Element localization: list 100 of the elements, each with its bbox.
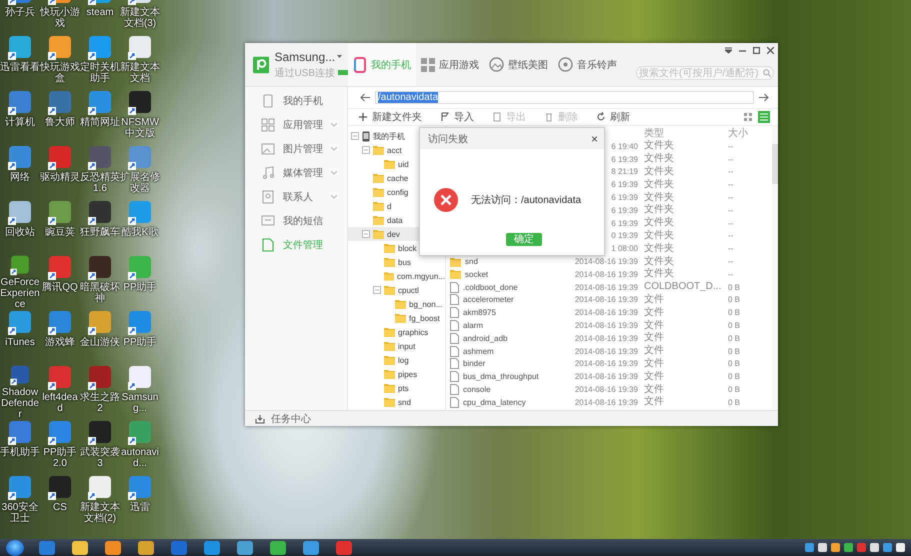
path-field[interactable]: /autonavidata <box>375 91 754 104</box>
sidebar-item[interactable]: 我的手机 <box>245 89 347 113</box>
type-cell-text: 文件夹 <box>644 153 675 166</box>
app-shortcut-icon[interactable] <box>47 365 73 391</box>
folder-icon <box>384 257 395 267</box>
taskbar-app-icon[interactable] <box>334 540 354 554</box>
folder-icon <box>373 229 384 239</box>
expand-toggle[interactable] <box>362 146 370 154</box>
icon-label: 360安全卫士 <box>0 502 40 524</box>
tree-row[interactable]: input <box>348 339 445 353</box>
folder-icon <box>373 187 384 197</box>
app-shortcut-icon[interactable] <box>47 200 73 226</box>
app-shortcut-icon[interactable] <box>47 35 73 61</box>
taskbar-app-icon[interactable] <box>301 540 321 554</box>
tree-row[interactable]: pts <box>348 381 445 395</box>
toolbar-button[interactable]: 导入 <box>440 110 474 124</box>
icon-label: 新建文本文档(2) <box>80 502 120 524</box>
app-shortcut-icon[interactable] <box>47 310 73 336</box>
tree-row[interactable]: pipes <box>348 367 445 381</box>
taskbar-game-icon[interactable] <box>136 540 156 554</box>
app-shortcut-icon[interactable] <box>87 145 113 171</box>
folder-icon <box>384 327 395 337</box>
tree-row[interactable]: bus <box>348 255 445 269</box>
size-cell-text: 0 B <box>728 308 742 318</box>
app-shortcut-icon[interactable] <box>87 35 113 61</box>
app-shortcut-icon[interactable] <box>7 310 33 336</box>
app-shortcut-icon[interactable] <box>87 420 113 446</box>
tree-row[interactable]: graphics <box>348 325 445 339</box>
file-name: socket <box>465 270 488 279</box>
refresh-icon <box>596 112 606 122</box>
grid-view-icon[interactable] <box>742 111 754 123</box>
icon-label: 手机助手 <box>0 447 40 458</box>
date-cell-text: 6 19:39 <box>610 218 638 228</box>
size-cell-text: -- <box>728 257 734 266</box>
sidebar-item[interactable]: 应用管理 <box>245 113 347 137</box>
sidebar-item[interactable]: 我的短信 <box>245 209 347 233</box>
list-view-icon[interactable] <box>758 111 770 123</box>
dropdown-menu-icon[interactable] <box>725 47 732 54</box>
taskbar-app-icon[interactable] <box>235 540 255 554</box>
app-shortcut-icon[interactable] <box>47 145 73 171</box>
app-shortcut-icon[interactable] <box>7 145 33 171</box>
nav-tab[interactable]: 音乐铃声 <box>553 43 622 86</box>
app-shortcut-icon[interactable] <box>87 310 113 336</box>
dropdown-caret-icon[interactable] <box>337 55 342 58</box>
apps-grid-icon <box>421 58 435 72</box>
app-shortcut-icon[interactable] <box>47 90 73 116</box>
sidebar-item[interactable]: 联系人 <box>245 185 347 209</box>
icon-label: 计算机 <box>4 117 36 128</box>
app-shortcut-icon[interactable] <box>87 365 113 391</box>
app-shortcut-icon[interactable] <box>127 90 153 116</box>
scrollbar[interactable] <box>772 126 778 410</box>
type-cell-text: 文件夹 <box>644 217 675 230</box>
tree-row[interactable]: cpuctl <box>348 283 445 297</box>
icon-label: 游戏蜂 <box>44 337 76 348</box>
tree-row[interactable]: com.mgyun... <box>348 269 445 283</box>
tree-row[interactable]: log <box>348 353 445 367</box>
device-name[interactable]: Samsung... <box>274 50 336 64</box>
expand-toggle[interactable] <box>351 132 359 140</box>
start-button[interactable] <box>6 540 24 556</box>
toolbar-button[interactable]: 新建文件夹 <box>358 110 422 124</box>
app-shortcut-icon[interactable] <box>7 90 33 116</box>
folder-icon <box>384 285 395 295</box>
app-shortcut-icon[interactable] <box>87 255 113 281</box>
expand-toggle[interactable] <box>362 230 370 238</box>
taskbar-app-icon[interactable] <box>202 540 222 554</box>
taskbar-app-icon[interactable] <box>169 540 189 554</box>
back-arrow-icon[interactable] <box>360 93 370 102</box>
app-shortcut-icon[interactable] <box>87 90 113 116</box>
icon-label: 迅雷看看 <box>0 62 40 73</box>
toolbar-button[interactable]: 刷新 <box>596 110 630 124</box>
icon-label: 酷我K歌 <box>120 227 160 238</box>
app-shortcut-icon[interactable] <box>47 475 73 501</box>
type-cell-text: 文件 <box>644 345 665 358</box>
taskbar-browser-icon[interactable] <box>37 540 57 554</box>
app-shortcut-icon[interactable] <box>7 200 33 226</box>
size-cell-text: -- <box>728 142 734 151</box>
tree-row[interactable]: bg_non... <box>348 297 445 311</box>
taskbar-app-icon[interactable] <box>268 540 288 554</box>
app-shortcut-icon[interactable] <box>47 255 73 281</box>
forward-arrow-icon[interactable] <box>759 93 769 102</box>
nav-tab[interactable]: 应用游戏 <box>416 43 484 86</box>
close-icon[interactable] <box>767 47 774 54</box>
taskbar-folder-icon[interactable] <box>70 540 90 554</box>
type-cell-text: 文件 <box>644 396 665 408</box>
tree-row[interactable]: fg_boost <box>348 311 445 325</box>
nav-tab[interactable]: 壁纸美图 <box>484 43 553 86</box>
taskbar-media-player-icon[interactable] <box>103 540 123 554</box>
sidebar-item[interactable]: 图片管理 <box>245 137 347 161</box>
maximize-icon[interactable] <box>753 47 760 54</box>
app-shortcut-icon[interactable] <box>47 420 73 446</box>
app-shortcut-icon[interactable] <box>7 420 33 446</box>
close-button[interactable]: × <box>590 132 598 146</box>
app-shortcut-icon[interactable] <box>7 35 33 61</box>
tree-row[interactable]: snd <box>348 395 445 409</box>
app-shortcut-icon[interactable] <box>87 475 113 501</box>
expand-toggle[interactable] <box>373 286 381 294</box>
app-shortcut-icon[interactable] <box>87 200 113 226</box>
sidebar-item[interactable]: 媒体管理 <box>245 161 347 185</box>
app-shortcut-icon[interactable] <box>7 475 33 501</box>
message-icon <box>261 214 275 228</box>
